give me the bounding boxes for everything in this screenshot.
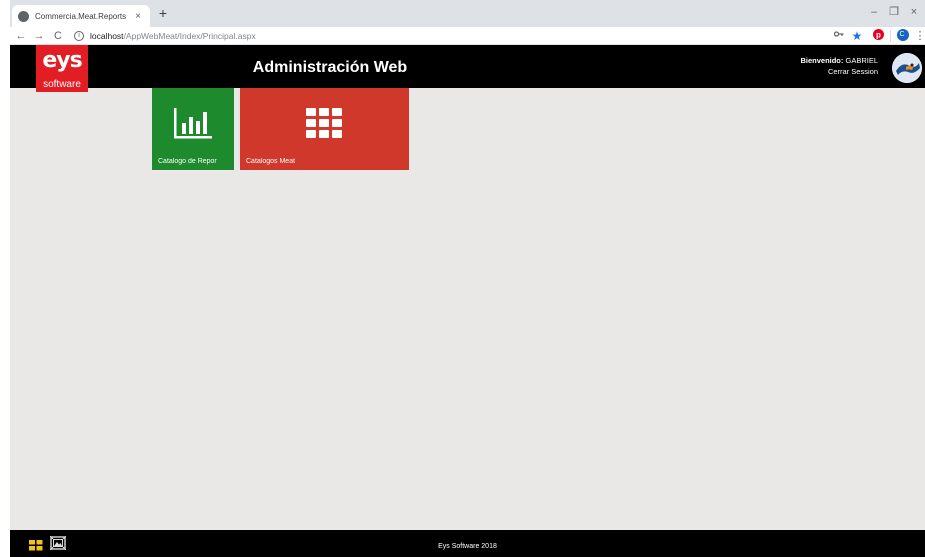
welcome-label: Bienvenido: [800,56,844,65]
logo-mark: eys [42,48,82,73]
new-tab-button[interactable]: + [156,6,170,20]
tile-catalogos-meat[interactable]: Catalogos Meat [240,88,409,170]
main-content: Catalogo de Repor Catalogos Meat [10,88,925,530]
browser-tab[interactable]: Commercia.Meat.Reports × [12,5,150,27]
forward-button[interactable]: → [32,28,46,44]
bar-chart-icon [172,108,212,145]
user-info: Bienvenido: GABRIEL Cerrar Session [800,55,878,77]
username: GABRIEL [845,56,878,65]
close-tab-icon[interactable]: × [132,11,144,22]
tab-title: Commercia.Meat.Reports [35,11,127,21]
app-footer: Eys Software 2018 [10,530,925,557]
url-path: /AppWebMeat/Index/Principal.aspx [123,30,256,41]
toolbar-divider [890,30,891,42]
minimize-button[interactable]: – [866,6,882,18]
restore-button[interactable]: ❐ [886,6,902,18]
tile-label: Catalogos Meat [246,158,296,165]
pinterest-icon[interactable]: p [871,29,885,43]
window-close-button[interactable]: × [906,6,922,18]
profile-icon[interactable]: C [896,29,910,43]
grid-icon [306,108,342,143]
key-icon[interactable] [832,29,846,43]
browser-tab-bar: Commercia.Meat.Reports × + – ❐ × [10,0,925,27]
footer-copyright: Eys Software 2018 [438,543,497,550]
menu-icon[interactable]: ⋮ [913,29,925,43]
svg-text:p: p [876,30,881,39]
page: Commercia.Meat.Reports × + – ❐ × ← → C i… [0,0,925,557]
reload-button[interactable]: C [51,28,65,44]
logo-subtitle: software [43,79,81,90]
app-header: eys software Administración Web Bienveni… [10,45,925,92]
star-icon[interactable]: ★ [850,29,864,43]
globe-icon [18,10,29,22]
tile-catalogo-reportes[interactable]: Catalogo de Repor [152,88,234,170]
tile-label: Catalogo de Repor [158,158,217,165]
logout-link[interactable]: Cerrar Session [800,66,878,77]
window-edge [0,0,10,557]
browser-toolbar: ← → C i localhost/AppWebMeat/Index/Princ… [10,27,925,45]
avatar[interactable] [892,53,922,83]
address-bar[interactable]: i localhost/AppWebMeat/Index/Principal.a… [74,28,844,43]
logo[interactable]: eys software [36,45,88,92]
back-button[interactable]: ← [14,28,28,44]
info-icon[interactable]: i [74,30,84,41]
profile-initial: C [899,31,905,38]
url-host: localhost [90,30,124,41]
welcome-text: Bienvenido: GABRIEL [800,56,878,65]
page-title: Administración Web [252,59,408,76]
